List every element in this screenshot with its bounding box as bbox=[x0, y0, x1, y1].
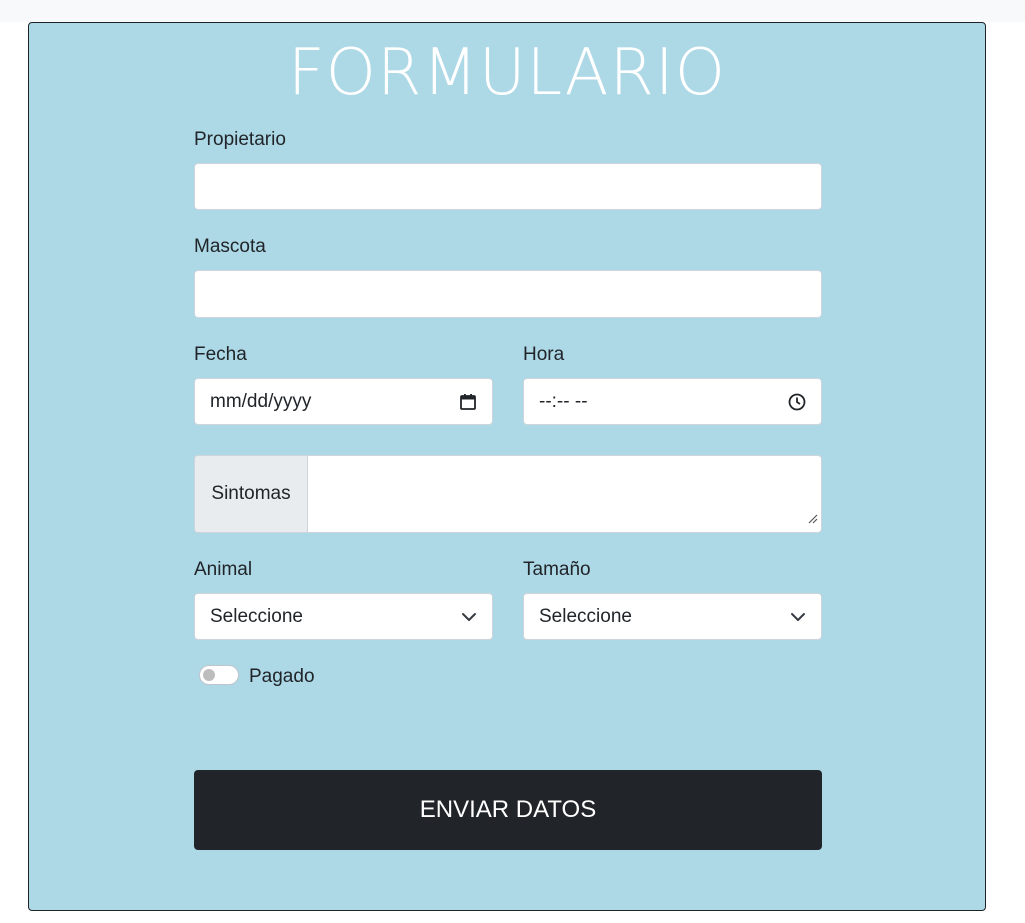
form-card: FORMULARIO Propietario Mascota Fecha mm/… bbox=[28, 22, 986, 911]
form-title: FORMULARIO bbox=[287, 36, 727, 110]
symptoms-textarea[interactable] bbox=[308, 456, 821, 532]
submit-button[interactable]: ENVIAR DATOS bbox=[194, 770, 822, 850]
pet-input[interactable] bbox=[194, 270, 822, 318]
top-bar bbox=[0, 0, 1025, 22]
time-label: Hora bbox=[523, 344, 565, 365]
size-label: Tamaño bbox=[523, 559, 591, 580]
owner-input[interactable] bbox=[194, 163, 822, 210]
time-input[interactable]: --:-- -- bbox=[523, 378, 822, 425]
chevron-down-icon bbox=[790, 609, 806, 625]
size-select-value: Seleccione bbox=[539, 605, 632, 627]
animal-select-value: Seleccione bbox=[210, 605, 303, 627]
pet-label: Mascota bbox=[194, 236, 266, 257]
date-input[interactable]: mm/dd/yyyy bbox=[194, 378, 493, 425]
paid-toggle[interactable] bbox=[199, 665, 239, 685]
toggle-knob bbox=[203, 669, 215, 681]
owner-label: Propietario bbox=[194, 129, 286, 150]
size-select[interactable]: Seleccione bbox=[523, 593, 822, 640]
date-input-placeholder: mm/dd/yyyy bbox=[210, 390, 312, 412]
symptoms-group: Sintomas bbox=[194, 455, 822, 533]
symptoms-addon: Sintomas bbox=[195, 456, 308, 532]
animal-select[interactable]: Seleccione bbox=[194, 593, 493, 640]
calendar-icon[interactable] bbox=[459, 393, 477, 411]
resize-handle-icon[interactable] bbox=[808, 511, 818, 529]
animal-label: Animal bbox=[194, 559, 253, 580]
paid-label: Pagado bbox=[249, 666, 315, 687]
time-input-placeholder: --:-- -- bbox=[539, 390, 588, 412]
clock-icon[interactable] bbox=[788, 393, 806, 411]
chevron-down-icon bbox=[461, 609, 477, 625]
date-label: Fecha bbox=[194, 344, 247, 365]
